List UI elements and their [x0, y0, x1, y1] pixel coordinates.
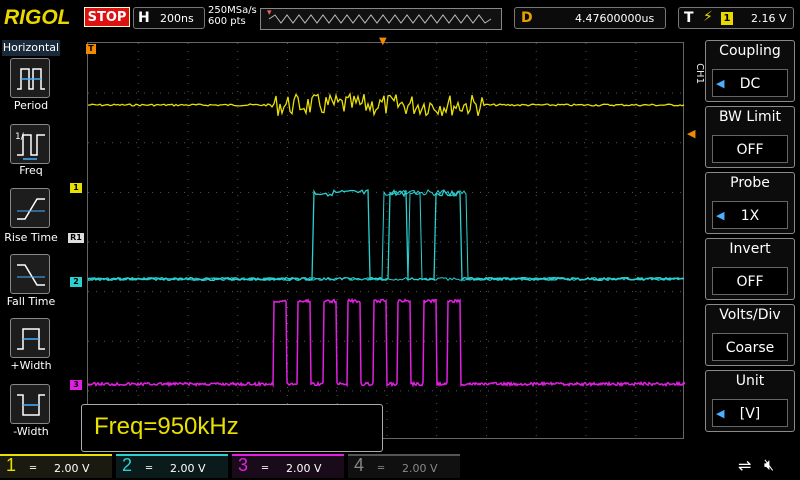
ch1-status-tab[interactable]: 1 ═ 2.00 V [0, 454, 112, 478]
delay-key: D [521, 10, 533, 26]
freq-button[interactable]: 1/ [10, 124, 50, 164]
invert-title: Invert [729, 241, 771, 257]
delay-box[interactable]: D 4.47600000us [514, 7, 666, 29]
acquisition-info: 250MSa/s 600 pts [208, 5, 257, 27]
trigger-level: 2.16 V [751, 12, 787, 25]
ch3-scale: 2.00 V [286, 462, 322, 475]
trigger-source-badge: 1 [721, 12, 733, 25]
ch2-number: 2 [122, 455, 133, 475]
volts-div-value: Coarse [712, 333, 788, 361]
freq-icon: 1/ [15, 132, 45, 160]
timebase-box[interactable]: H 200ns [133, 7, 205, 29]
memory-waveform-preview [268, 14, 492, 24]
ch4-number: 4 [354, 455, 365, 475]
ch2-trace-overlay [88, 189, 685, 282]
positive-width-label: +Width [10, 359, 52, 372]
rising-edge-icon: ⚡ [703, 9, 713, 25]
coupling-value: ◀ DC [712, 69, 788, 97]
brand-logo: RIGOL [4, 6, 71, 29]
trigger-position-marker[interactable]: T [86, 44, 96, 54]
ch1-marker[interactable]: 1 [70, 183, 82, 193]
waveform-traces [88, 92, 685, 388]
ch2-status-tab[interactable]: 2 ═ 2.00 V [116, 454, 228, 478]
ch2-marker[interactable]: 2 [70, 277, 82, 287]
ref-marker[interactable]: R1 [68, 233, 84, 243]
svg-text:1/: 1/ [15, 132, 25, 142]
ch2-coupling-icon: ═ [146, 463, 153, 474]
fall-time-label: Fall Time [6, 295, 56, 308]
negative-width-icon [17, 394, 45, 416]
probe-value: ◀ 1X [712, 201, 788, 229]
coupling-selector-icon: ◀ [716, 77, 725, 90]
fall-time-icon [17, 264, 45, 286]
ch3-status-tab[interactable]: 3 ═ 2.00 V [232, 454, 344, 478]
period-label: Period [13, 99, 49, 112]
probe-value-text: 1X [740, 208, 760, 224]
trigger-level-marker-icon[interactable]: ◀ [687, 127, 695, 140]
invert-value: OFF [712, 267, 788, 295]
ch2-trace [88, 188, 685, 282]
freq-label: Freq [19, 164, 43, 177]
memory-depth: 600 pts [208, 16, 246, 27]
run-stop-status[interactable]: STOP [84, 7, 130, 27]
ch1-coupling-icon: ═ [30, 463, 37, 474]
ch1-trace [88, 92, 685, 117]
positive-width-icon [17, 328, 45, 350]
ch2-scale: 2.00 V [170, 462, 206, 475]
negative-width-label: -Width [13, 425, 49, 438]
memory-position-bar[interactable]: ▾ [260, 8, 502, 30]
timebase-value: 200ns [160, 12, 194, 25]
ch1-scale: 2.00 V [54, 462, 90, 475]
unit-value-text: [V] [739, 406, 761, 422]
unit-selector-icon: ◀ [716, 407, 725, 420]
ch3-marker[interactable]: 3 [70, 380, 82, 390]
rise-time-button[interactable] [10, 188, 50, 228]
probe-selector-icon: ◀ [716, 209, 725, 222]
timebase-key: H [138, 10, 150, 26]
trigger-box[interactable]: T ⚡ 1 2.16 V [678, 7, 794, 29]
speaker-muted-icon[interactable]: 🔇︎ [764, 455, 774, 475]
measure-menu-title: Horizontal [2, 40, 60, 56]
bw-limit-value: OFF [712, 135, 788, 163]
ch2-trace-overlay-2 [88, 189, 685, 282]
channel-menu-tag: CH1 [693, 63, 705, 84]
rise-time-label: Rise Time [4, 231, 58, 244]
usb-icon: ⇌ [738, 456, 752, 475]
coupling-value-text: DC [739, 76, 761, 92]
negative-width-button[interactable] [10, 384, 50, 424]
ch4-coupling-icon: ═ [378, 463, 385, 474]
rise-time-icon [17, 198, 45, 220]
delay-value: 4.47600000us [575, 12, 655, 25]
ch3-trace [88, 297, 685, 388]
ch1-number: 1 [6, 455, 17, 475]
period-icon [17, 68, 45, 90]
ch4-status-tab[interactable]: 4 ═ 2.00 V [348, 454, 460, 478]
positive-width-button[interactable] [10, 318, 50, 358]
sample-rate: 250MSa/s [208, 5, 257, 16]
period-button[interactable] [10, 58, 50, 98]
fall-time-button[interactable] [10, 254, 50, 294]
ch3-coupling-icon: ═ [262, 463, 269, 474]
probe-title: Probe [730, 175, 770, 191]
coupling-title: Coupling [719, 43, 781, 59]
measurement-result-box: Freq=950kHz [81, 404, 383, 452]
measurement-result-text: Freq=950kHz [94, 413, 239, 440]
trigger-key: T [684, 10, 694, 26]
waveform-grid[interactable] [87, 42, 685, 439]
ch3-number: 3 [238, 455, 249, 475]
volts-div-title: Volts/Div [719, 307, 781, 323]
unit-title: Unit [735, 373, 765, 389]
trigger-time-marker-icon[interactable]: ▼ [379, 36, 387, 47]
bw-limit-title: BW Limit [718, 109, 782, 125]
ch4-scale: 2.00 V [402, 462, 438, 475]
unit-value: ◀ [V] [712, 399, 788, 427]
